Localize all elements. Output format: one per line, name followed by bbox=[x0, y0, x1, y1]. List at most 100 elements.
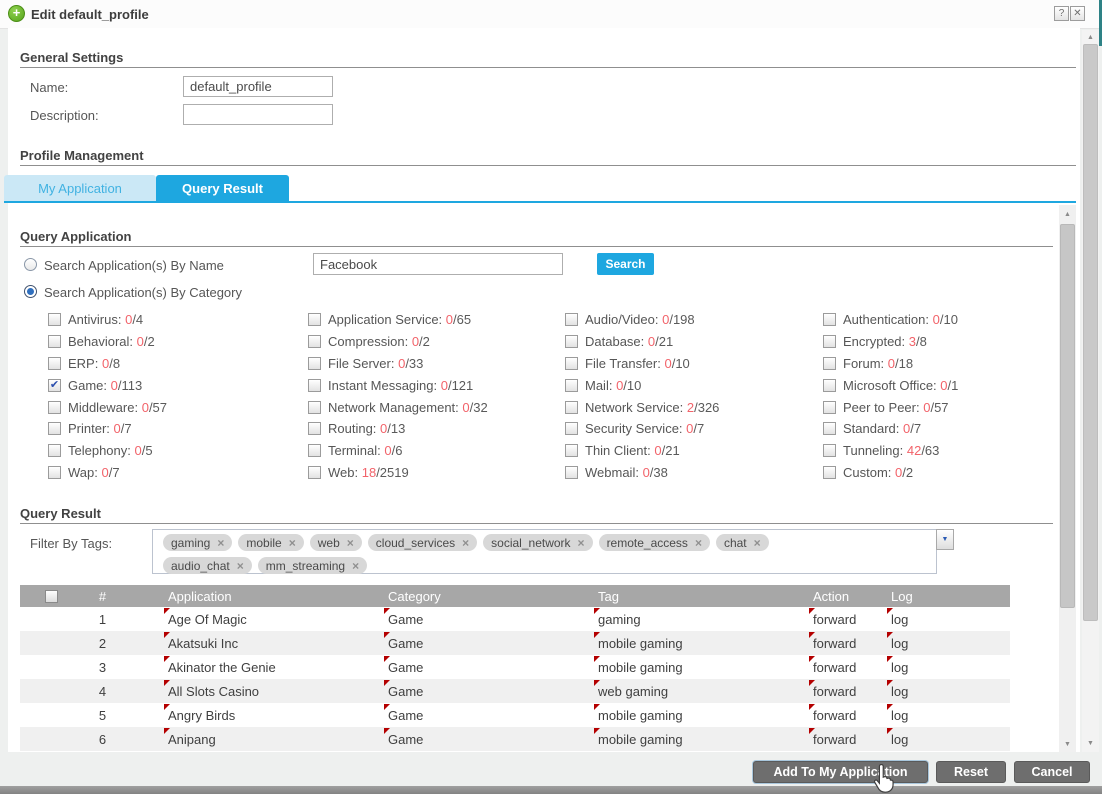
checkbox-icon[interactable] bbox=[48, 466, 61, 479]
close-button[interactable]: ✕ bbox=[1070, 6, 1085, 21]
category-filter-peer-to-peer[interactable]: Peer to Peer: 0/57 bbox=[823, 396, 958, 418]
category-filter-network-management[interactable]: Network Management: 0/32 bbox=[308, 396, 565, 418]
remove-tag-icon[interactable]: × bbox=[462, 536, 469, 550]
checkbox-icon[interactable] bbox=[823, 401, 836, 414]
checkbox-icon[interactable] bbox=[48, 335, 61, 348]
checkbox-icon[interactable] bbox=[48, 444, 61, 457]
checkbox-icon[interactable] bbox=[48, 401, 61, 414]
remove-tag-icon[interactable]: × bbox=[695, 536, 702, 550]
category-filter-application-service[interactable]: Application Service: 0/65 bbox=[308, 309, 565, 331]
category-filter-encrypted[interactable]: Encrypted: 3/8 bbox=[823, 331, 958, 353]
checkbox-icon[interactable] bbox=[308, 313, 321, 326]
scroll-down-icon[interactable]: ▼ bbox=[1082, 737, 1099, 751]
checkbox-icon[interactable] bbox=[823, 466, 836, 479]
column-header-application[interactable]: Application bbox=[155, 589, 375, 604]
category-filter-behavioral[interactable]: Behavioral: 0/2 bbox=[48, 331, 308, 353]
add-to-my-application-button[interactable]: Add To My Application bbox=[753, 761, 928, 783]
checkbox-icon[interactable] bbox=[308, 379, 321, 392]
category-filter-microsoft-office[interactable]: Microsoft Office: 0/1 bbox=[823, 374, 958, 396]
tag-chip-audio-chat[interactable]: audio_chat× bbox=[163, 557, 252, 574]
checkbox-icon[interactable] bbox=[48, 422, 61, 435]
category-filter-wap[interactable]: Wap: 0/7 bbox=[48, 462, 308, 484]
column-header-action[interactable]: Action bbox=[800, 589, 878, 604]
category-filter-erp[interactable]: ERP: 0/8 bbox=[48, 353, 308, 375]
checkbox-icon[interactable] bbox=[823, 379, 836, 392]
checkbox-icon[interactable] bbox=[48, 357, 61, 370]
remove-tag-icon[interactable]: × bbox=[754, 536, 761, 550]
description-field[interactable] bbox=[183, 104, 333, 125]
checkbox-icon[interactable] bbox=[565, 401, 578, 414]
scroll-up-icon[interactable]: ▲ bbox=[1059, 208, 1076, 222]
table-row[interactable]: 1Age Of MagicGamegamingforwardlog bbox=[20, 607, 1010, 631]
category-filter-standard[interactable]: Standard: 0/7 bbox=[823, 418, 958, 440]
category-filter-database[interactable]: Database: 0/21 bbox=[565, 331, 823, 353]
reset-button[interactable]: Reset bbox=[936, 761, 1006, 783]
category-filter-audio-video[interactable]: Audio/Video: 0/198 bbox=[565, 309, 823, 331]
tag-chip-remote-access[interactable]: remote_access× bbox=[599, 534, 710, 551]
column-header-tag[interactable]: Tag bbox=[585, 589, 800, 604]
tag-chip-mm-streaming[interactable]: mm_streaming× bbox=[258, 557, 367, 574]
tab-query-result[interactable]: Query Result bbox=[156, 175, 289, 202]
checkbox-icon[interactable] bbox=[48, 313, 61, 326]
column-header-log[interactable]: Log bbox=[878, 589, 1010, 604]
category-filter-mail[interactable]: Mail: 0/10 bbox=[565, 374, 823, 396]
checkbox-icon[interactable] bbox=[565, 466, 578, 479]
checkbox-icon[interactable] bbox=[308, 335, 321, 348]
checkbox-icon[interactable] bbox=[308, 401, 321, 414]
category-filter-routing[interactable]: Routing: 0/13 bbox=[308, 418, 565, 440]
tag-filter-box[interactable]: gaming×mobile×web×cloud_services×social_… bbox=[152, 529, 937, 574]
category-filter-antivirus[interactable]: Antivirus: 0/4 bbox=[48, 309, 308, 331]
column-header-category[interactable]: Category bbox=[375, 589, 585, 604]
scroll-down-icon[interactable]: ▼ bbox=[1059, 738, 1076, 752]
tag-chip-cloud-services[interactable]: cloud_services× bbox=[368, 534, 477, 551]
category-filter-webmail[interactable]: Webmail: 0/38 bbox=[565, 462, 823, 484]
radio-search-by-category[interactable] bbox=[24, 285, 37, 298]
checkbox-icon[interactable] bbox=[308, 466, 321, 479]
application-name-search-input[interactable] bbox=[313, 253, 563, 275]
tab-my-application[interactable]: My Application bbox=[4, 175, 156, 202]
scroll-up-icon[interactable]: ▲ bbox=[1082, 31, 1099, 45]
category-filter-security-service[interactable]: Security Service: 0/7 bbox=[565, 418, 823, 440]
category-filter-printer[interactable]: Printer: 0/7 bbox=[48, 418, 308, 440]
tag-chip-web[interactable]: web× bbox=[310, 534, 362, 551]
tag-chip-gaming[interactable]: gaming× bbox=[163, 534, 232, 551]
category-filter-tunneling[interactable]: Tunneling: 42/63 bbox=[823, 440, 958, 462]
category-filter-authentication[interactable]: Authentication: 0/10 bbox=[823, 309, 958, 331]
category-filter-instant-messaging[interactable]: Instant Messaging: 0/121 bbox=[308, 374, 565, 396]
category-filter-terminal[interactable]: Terminal: 0/6 bbox=[308, 440, 565, 462]
radio-search-by-name[interactable] bbox=[24, 258, 37, 271]
help-button[interactable]: ? bbox=[1054, 6, 1069, 21]
search-button[interactable]: Search bbox=[597, 253, 654, 275]
remove-tag-icon[interactable]: × bbox=[217, 536, 224, 550]
outer-scrollbar-thumb[interactable] bbox=[1083, 44, 1098, 621]
table-row[interactable]: 5Angry BirdsGamemobile gamingforwardlog bbox=[20, 703, 1010, 727]
table-row[interactable]: 6AnipangGamemobile gamingforwardlog bbox=[20, 727, 1010, 751]
table-row[interactable]: 4All Slots CasinoGameweb gamingforwardlo… bbox=[20, 679, 1010, 703]
category-filter-file-server[interactable]: File Server: 0/33 bbox=[308, 353, 565, 375]
checkbox-icon[interactable] bbox=[308, 357, 321, 370]
category-filter-network-service[interactable]: Network Service: 2/326 bbox=[565, 396, 823, 418]
remove-tag-icon[interactable]: × bbox=[578, 536, 585, 550]
table-row[interactable]: 2Akatsuki IncGamemobile gamingforwardlog bbox=[20, 631, 1010, 655]
chevron-down-icon[interactable]: ▼ bbox=[936, 529, 954, 550]
cancel-button[interactable]: Cancel bbox=[1014, 761, 1090, 783]
checkbox-icon[interactable]: ✔ bbox=[48, 379, 61, 392]
category-filter-telephony[interactable]: Telephony: 0/5 bbox=[48, 440, 308, 462]
checkbox-icon[interactable] bbox=[565, 313, 578, 326]
checkbox-icon[interactable] bbox=[565, 422, 578, 435]
remove-tag-icon[interactable]: × bbox=[289, 536, 296, 550]
checkbox-icon[interactable] bbox=[565, 335, 578, 348]
column-header-num[interactable]: # bbox=[50, 589, 155, 604]
checkbox-icon[interactable] bbox=[565, 379, 578, 392]
tag-chip-chat[interactable]: chat× bbox=[716, 534, 769, 551]
category-filter-game[interactable]: ✔Game: 0/113 bbox=[48, 374, 308, 396]
category-filter-web[interactable]: Web: 18/2519 bbox=[308, 462, 565, 484]
remove-tag-icon[interactable]: × bbox=[352, 559, 359, 573]
remove-tag-icon[interactable]: × bbox=[347, 536, 354, 550]
checkbox-icon[interactable] bbox=[565, 357, 578, 370]
category-filter-forum[interactable]: Forum: 0/18 bbox=[823, 353, 958, 375]
inner-scrollbar-thumb[interactable] bbox=[1060, 224, 1075, 608]
checkbox-icon[interactable] bbox=[308, 422, 321, 435]
category-filter-middleware[interactable]: Middleware: 0/57 bbox=[48, 396, 308, 418]
checkbox-icon[interactable] bbox=[823, 422, 836, 435]
